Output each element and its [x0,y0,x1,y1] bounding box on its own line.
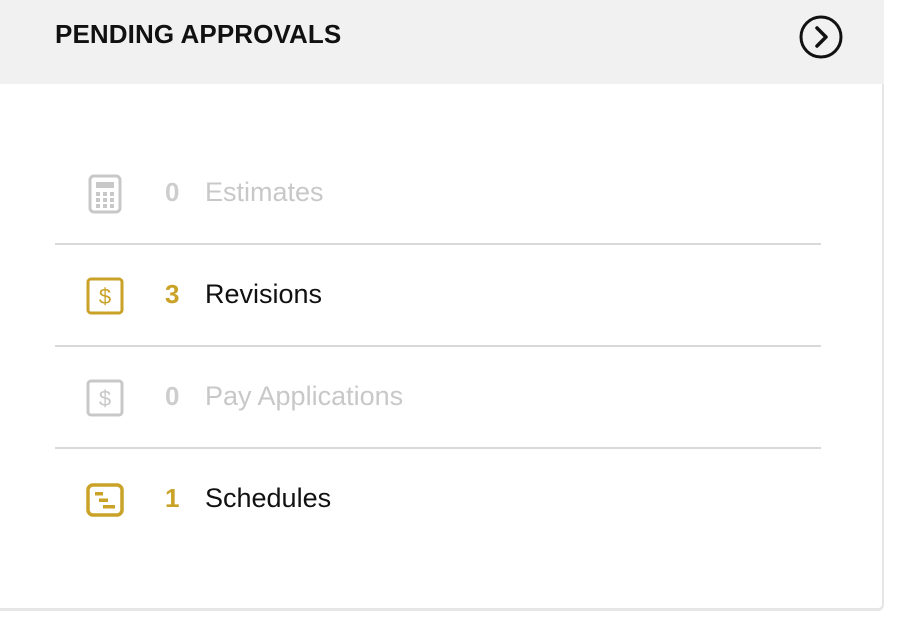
schedules-label: Schedules [205,483,332,513]
pending-approvals-card: PENDING APPROVALS 0 Estimates $ 3 Revisi… [0,0,884,611]
schedules-count: 1 [165,483,180,513]
approval-row-schedules[interactable]: 1 Schedules [55,449,821,551]
chevron-right-circle-icon[interactable] [797,13,845,61]
dollar-document-icon: $ [85,378,125,418]
calculator-icon [85,174,125,214]
estimates-label: Estimates [205,177,324,207]
card-title: PENDING APPROVALS [55,19,342,49]
dollar-document-icon: $ [85,276,125,316]
estimates-count: 0 [165,177,180,207]
approval-row-revisions[interactable]: $ 3 Revisions [55,245,821,347]
pay-applications-count: 0 [165,381,180,411]
svg-text:$: $ [99,386,111,411]
approval-row-pay-applications[interactable]: $ 0 Pay Applications [55,347,821,449]
approval-row-estimates[interactable]: 0 Estimates [55,143,821,245]
revisions-count: 3 [165,279,180,309]
card-header: PENDING APPROVALS [0,0,884,84]
pay-applications-label: Pay Applications [205,381,404,411]
svg-text:$: $ [99,284,111,309]
revisions-label: Revisions [205,279,323,309]
schedule-gantt-icon [85,480,125,520]
